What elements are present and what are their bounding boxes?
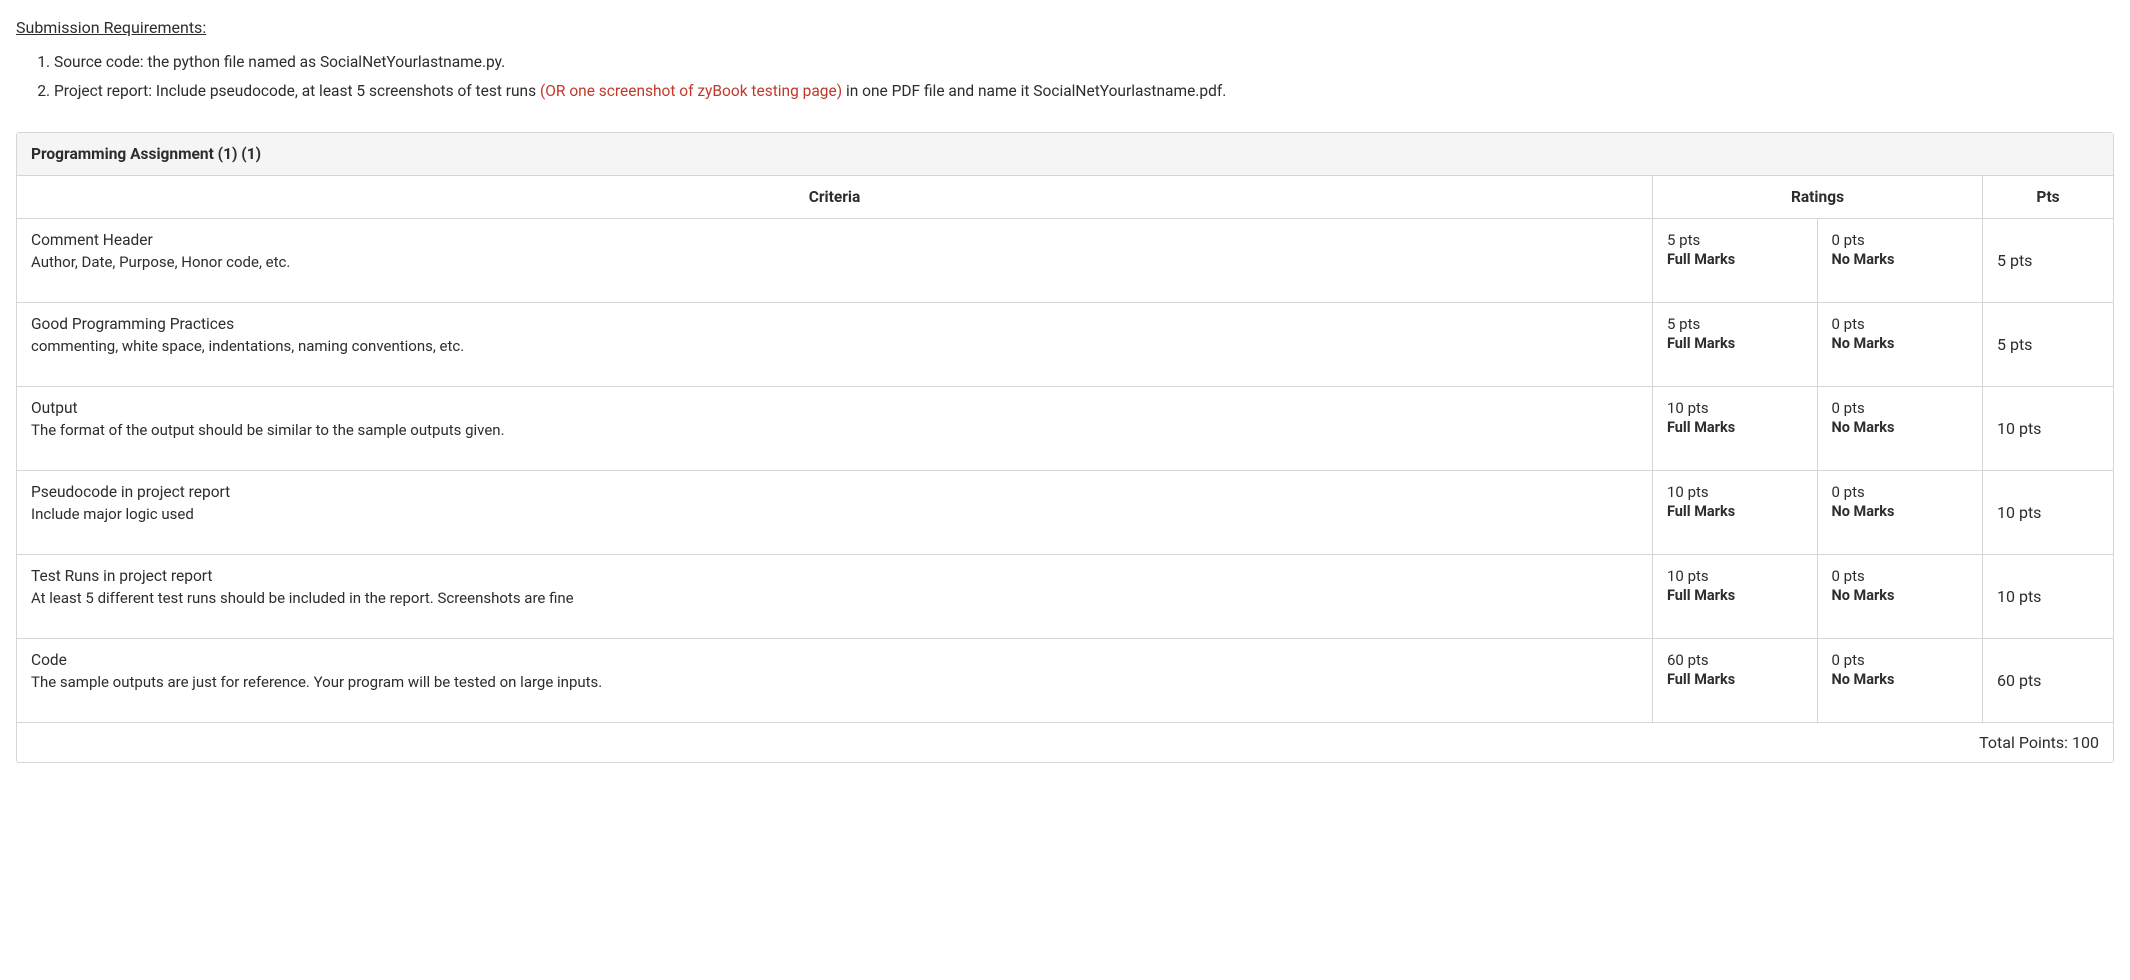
criteria-title: Code [31, 651, 1638, 669]
rating-none: 0 pts No Marks [1818, 471, 1983, 554]
criteria-desc: At least 5 different test runs should be… [31, 589, 1638, 607]
pts-cell: 10 pts [1983, 387, 2113, 470]
rating-full: 5 pts Full Marks [1653, 219, 1818, 302]
pts-cell: 5 pts [1983, 219, 2113, 302]
rating-full: 10 pts Full Marks [1653, 387, 1818, 470]
criteria-title: Good Programming Practices [31, 315, 1638, 333]
pts-cell: 5 pts [1983, 303, 2113, 386]
rating-full: 5 pts Full Marks [1653, 303, 1818, 386]
rating-full-pts: 60 pts [1667, 651, 1803, 669]
criteria-desc: Include major logic used [31, 505, 1638, 523]
rating-full-label: Full Marks [1667, 335, 1803, 352]
rating-none-label: No Marks [1832, 419, 1969, 436]
rating-none-label: No Marks [1832, 503, 1969, 520]
rubric-row: Output The format of the output should be… [17, 387, 2113, 471]
rating-full-pts: 5 pts [1667, 231, 1803, 249]
rubric-total: Total Points: 100 [17, 723, 2113, 762]
rating-full-pts: 10 pts [1667, 399, 1803, 417]
criteria-title: Comment Header [31, 231, 1638, 249]
ratings-cell: 10 pts Full Marks 0 pts No Marks [1653, 555, 1983, 638]
rating-none-label: No Marks [1832, 335, 1969, 352]
rating-none-pts: 0 pts [1832, 567, 1969, 585]
pts-cell: 10 pts [1983, 555, 2113, 638]
rating-full-label: Full Marks [1667, 587, 1803, 604]
rating-none-label: No Marks [1832, 587, 1969, 604]
criteria-cell: Comment Header Author, Date, Purpose, Hon… [17, 219, 1653, 302]
submission-requirements-heading: Submission Requirements: [16, 18, 2114, 37]
ratings-cell: 10 pts Full Marks 0 pts No Marks [1653, 387, 1983, 470]
rating-none-pts: 0 pts [1832, 315, 1969, 333]
rating-none-label: No Marks [1832, 251, 1969, 268]
rating-full-pts: 10 pts [1667, 567, 1803, 585]
rating-full-label: Full Marks [1667, 503, 1803, 520]
rating-full: 60 pts Full Marks [1653, 639, 1818, 722]
criteria-cell: Pseudocode in project report Include majo… [17, 471, 1653, 554]
ratings-cell: 10 pts Full Marks 0 pts No Marks [1653, 471, 1983, 554]
pts-cell: 60 pts [1983, 639, 2113, 722]
criteria-cell: Good Programming Practices commenting, wh… [17, 303, 1653, 386]
criteria-title: Test Runs in project report [31, 567, 1638, 585]
requirement-item-2-pre: Project report: Include pseudocode, at l… [54, 82, 540, 100]
header-pts: Pts [1983, 176, 2113, 218]
rubric-row: Comment Header Author, Date, Purpose, Hon… [17, 219, 2113, 303]
rubric-row: Pseudocode in project report Include majo… [17, 471, 2113, 555]
header-ratings: Ratings [1653, 176, 1983, 218]
rubric-row: Test Runs in project report At least 5 di… [17, 555, 2113, 639]
criteria-desc: The sample outputs are just for referenc… [31, 673, 1638, 691]
rating-none: 0 pts No Marks [1818, 303, 1983, 386]
rating-full-pts: 10 pts [1667, 483, 1803, 501]
requirement-item-2-post: in one PDF file and name it SocialNetYou… [842, 82, 1226, 100]
rating-full: 10 pts Full Marks [1653, 555, 1818, 638]
requirements-list: Source code: the python file named as So… [16, 51, 2114, 104]
rating-full-label: Full Marks [1667, 419, 1803, 436]
rubric-row: Good Programming Practices commenting, wh… [17, 303, 2113, 387]
criteria-title: Pseudocode in project report [31, 483, 1638, 501]
rating-none: 0 pts No Marks [1818, 639, 1983, 722]
ratings-cell: 60 pts Full Marks 0 pts No Marks [1653, 639, 1983, 722]
criteria-desc: Author, Date, Purpose, Honor code, etc. [31, 253, 1638, 271]
ratings-cell: 5 pts Full Marks 0 pts No Marks [1653, 303, 1983, 386]
rating-full-label: Full Marks [1667, 251, 1803, 268]
rubric-table: Programming Assignment (1) (1) Criteria … [16, 132, 2114, 763]
criteria-cell: Code The sample outputs are just for refe… [17, 639, 1653, 722]
rating-full: 10 pts Full Marks [1653, 471, 1818, 554]
rating-none-pts: 0 pts [1832, 399, 1969, 417]
rating-full-pts: 5 pts [1667, 315, 1803, 333]
rating-none-pts: 0 pts [1832, 651, 1969, 669]
requirement-item-2-red: (OR one screenshot of zyBook testing pag… [540, 82, 842, 100]
rating-none: 0 pts No Marks [1818, 219, 1983, 302]
rubric-body: Comment Header Author, Date, Purpose, Hon… [17, 219, 2113, 723]
criteria-desc: commenting, white space, indentations, n… [31, 337, 1638, 355]
requirement-item-1: Source code: the python file named as So… [54, 51, 2114, 74]
rubric-title: Programming Assignment (1) (1) [17, 133, 2113, 176]
requirement-item-2: Project report: Include pseudocode, at l… [54, 80, 2114, 103]
rubric-header-row: Criteria Ratings Pts [17, 176, 2113, 219]
rating-none-pts: 0 pts [1832, 483, 1969, 501]
header-criteria: Criteria [17, 176, 1653, 218]
criteria-cell: Output The format of the output should be… [17, 387, 1653, 470]
rubric-row: Code The sample outputs are just for refe… [17, 639, 2113, 723]
criteria-desc: The format of the output should be simil… [31, 421, 1638, 439]
rating-none-pts: 0 pts [1832, 231, 1969, 249]
rating-none: 0 pts No Marks [1818, 387, 1983, 470]
criteria-cell: Test Runs in project report At least 5 di… [17, 555, 1653, 638]
ratings-cell: 5 pts Full Marks 0 pts No Marks [1653, 219, 1983, 302]
criteria-title: Output [31, 399, 1638, 417]
rating-none: 0 pts No Marks [1818, 555, 1983, 638]
rating-none-label: No Marks [1832, 671, 1969, 688]
pts-cell: 10 pts [1983, 471, 2113, 554]
rating-full-label: Full Marks [1667, 671, 1803, 688]
